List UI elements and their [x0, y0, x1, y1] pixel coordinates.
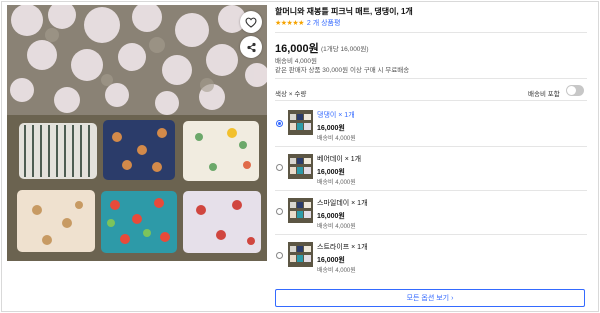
option-radio[interactable]: [276, 164, 283, 171]
product-image[interactable]: [7, 5, 267, 261]
option-thumbnail: [288, 242, 313, 267]
option-name: 댕댕이 × 1개: [317, 112, 355, 119]
option-price: 16,000원: [317, 169, 345, 176]
option-item[interactable]: 스트라이프 × 1개 16,000원 배송비 4,000원: [275, 235, 587, 279]
option-item[interactable]: 스마일데이 × 1개 16,000원 배송비 4,000원: [275, 191, 587, 235]
option-list: 댕댕이 × 1개 16,000원 배송비 4,000원 베어데이 × 1개 16…: [275, 103, 587, 279]
option-name: 스마일데이 × 1개: [317, 200, 368, 207]
option-thumbnail: [288, 154, 313, 179]
option-thumbnail: [288, 110, 313, 135]
view-all-options-button[interactable]: 모든 옵션 보기 ›: [275, 289, 585, 307]
favorite-button[interactable]: [240, 11, 262, 33]
option-header-label: 색상 × 수량: [275, 91, 307, 98]
unit-price: (1개당 16,000원): [321, 46, 369, 53]
rating-row: ★★★★★ 2 개 상품평: [275, 19, 340, 27]
share-icon: [246, 42, 256, 52]
shipping-note: 같은 판매자 상품 30,000원 이상 구매 시 무료배송: [275, 67, 410, 74]
option-name: 스트라이프 × 1개: [317, 244, 368, 251]
toggle-knob: [567, 86, 576, 95]
option-radio[interactable]: [276, 120, 283, 127]
option-shipping: 배송비 4,000원: [317, 180, 356, 186]
product-price: 16,000원: [275, 43, 319, 55]
product-title: 할머니와 재봉틀 피크닉 매트, 댕댕이, 1개: [275, 7, 413, 16]
option-shipping: 배송비 4,000원: [317, 224, 356, 230]
option-shipping: 배송비 4,000원: [317, 268, 356, 274]
option-shipping: 배송비 4,000원: [317, 136, 356, 142]
include-shipping-label: 배송비 포함: [528, 91, 560, 98]
option-thumbnail: [288, 198, 313, 223]
divider: [275, 78, 587, 79]
divider: [275, 32, 587, 33]
review-count-link[interactable]: 2 개 상품평: [307, 18, 341, 28]
include-shipping-toggle[interactable]: [566, 85, 584, 96]
option-price: 16,000원: [317, 257, 345, 264]
option-name: 베어데이 × 1개: [317, 156, 362, 163]
option-radio[interactable]: [276, 252, 283, 259]
option-price: 16,000원: [317, 125, 345, 132]
product-photo-graphic: [7, 5, 267, 261]
option-item[interactable]: 베어데이 × 1개 16,000원 배송비 4,000원: [275, 147, 587, 191]
divider: [275, 100, 587, 101]
share-button[interactable]: [240, 36, 262, 58]
star-rating-icon: ★★★★★: [275, 20, 304, 27]
heart-outline-icon: [245, 17, 257, 28]
option-radio[interactable]: [276, 208, 283, 215]
option-price: 16,000원: [317, 213, 345, 220]
option-item[interactable]: 댕댕이 × 1개 16,000원 배송비 4,000원: [275, 103, 587, 147]
